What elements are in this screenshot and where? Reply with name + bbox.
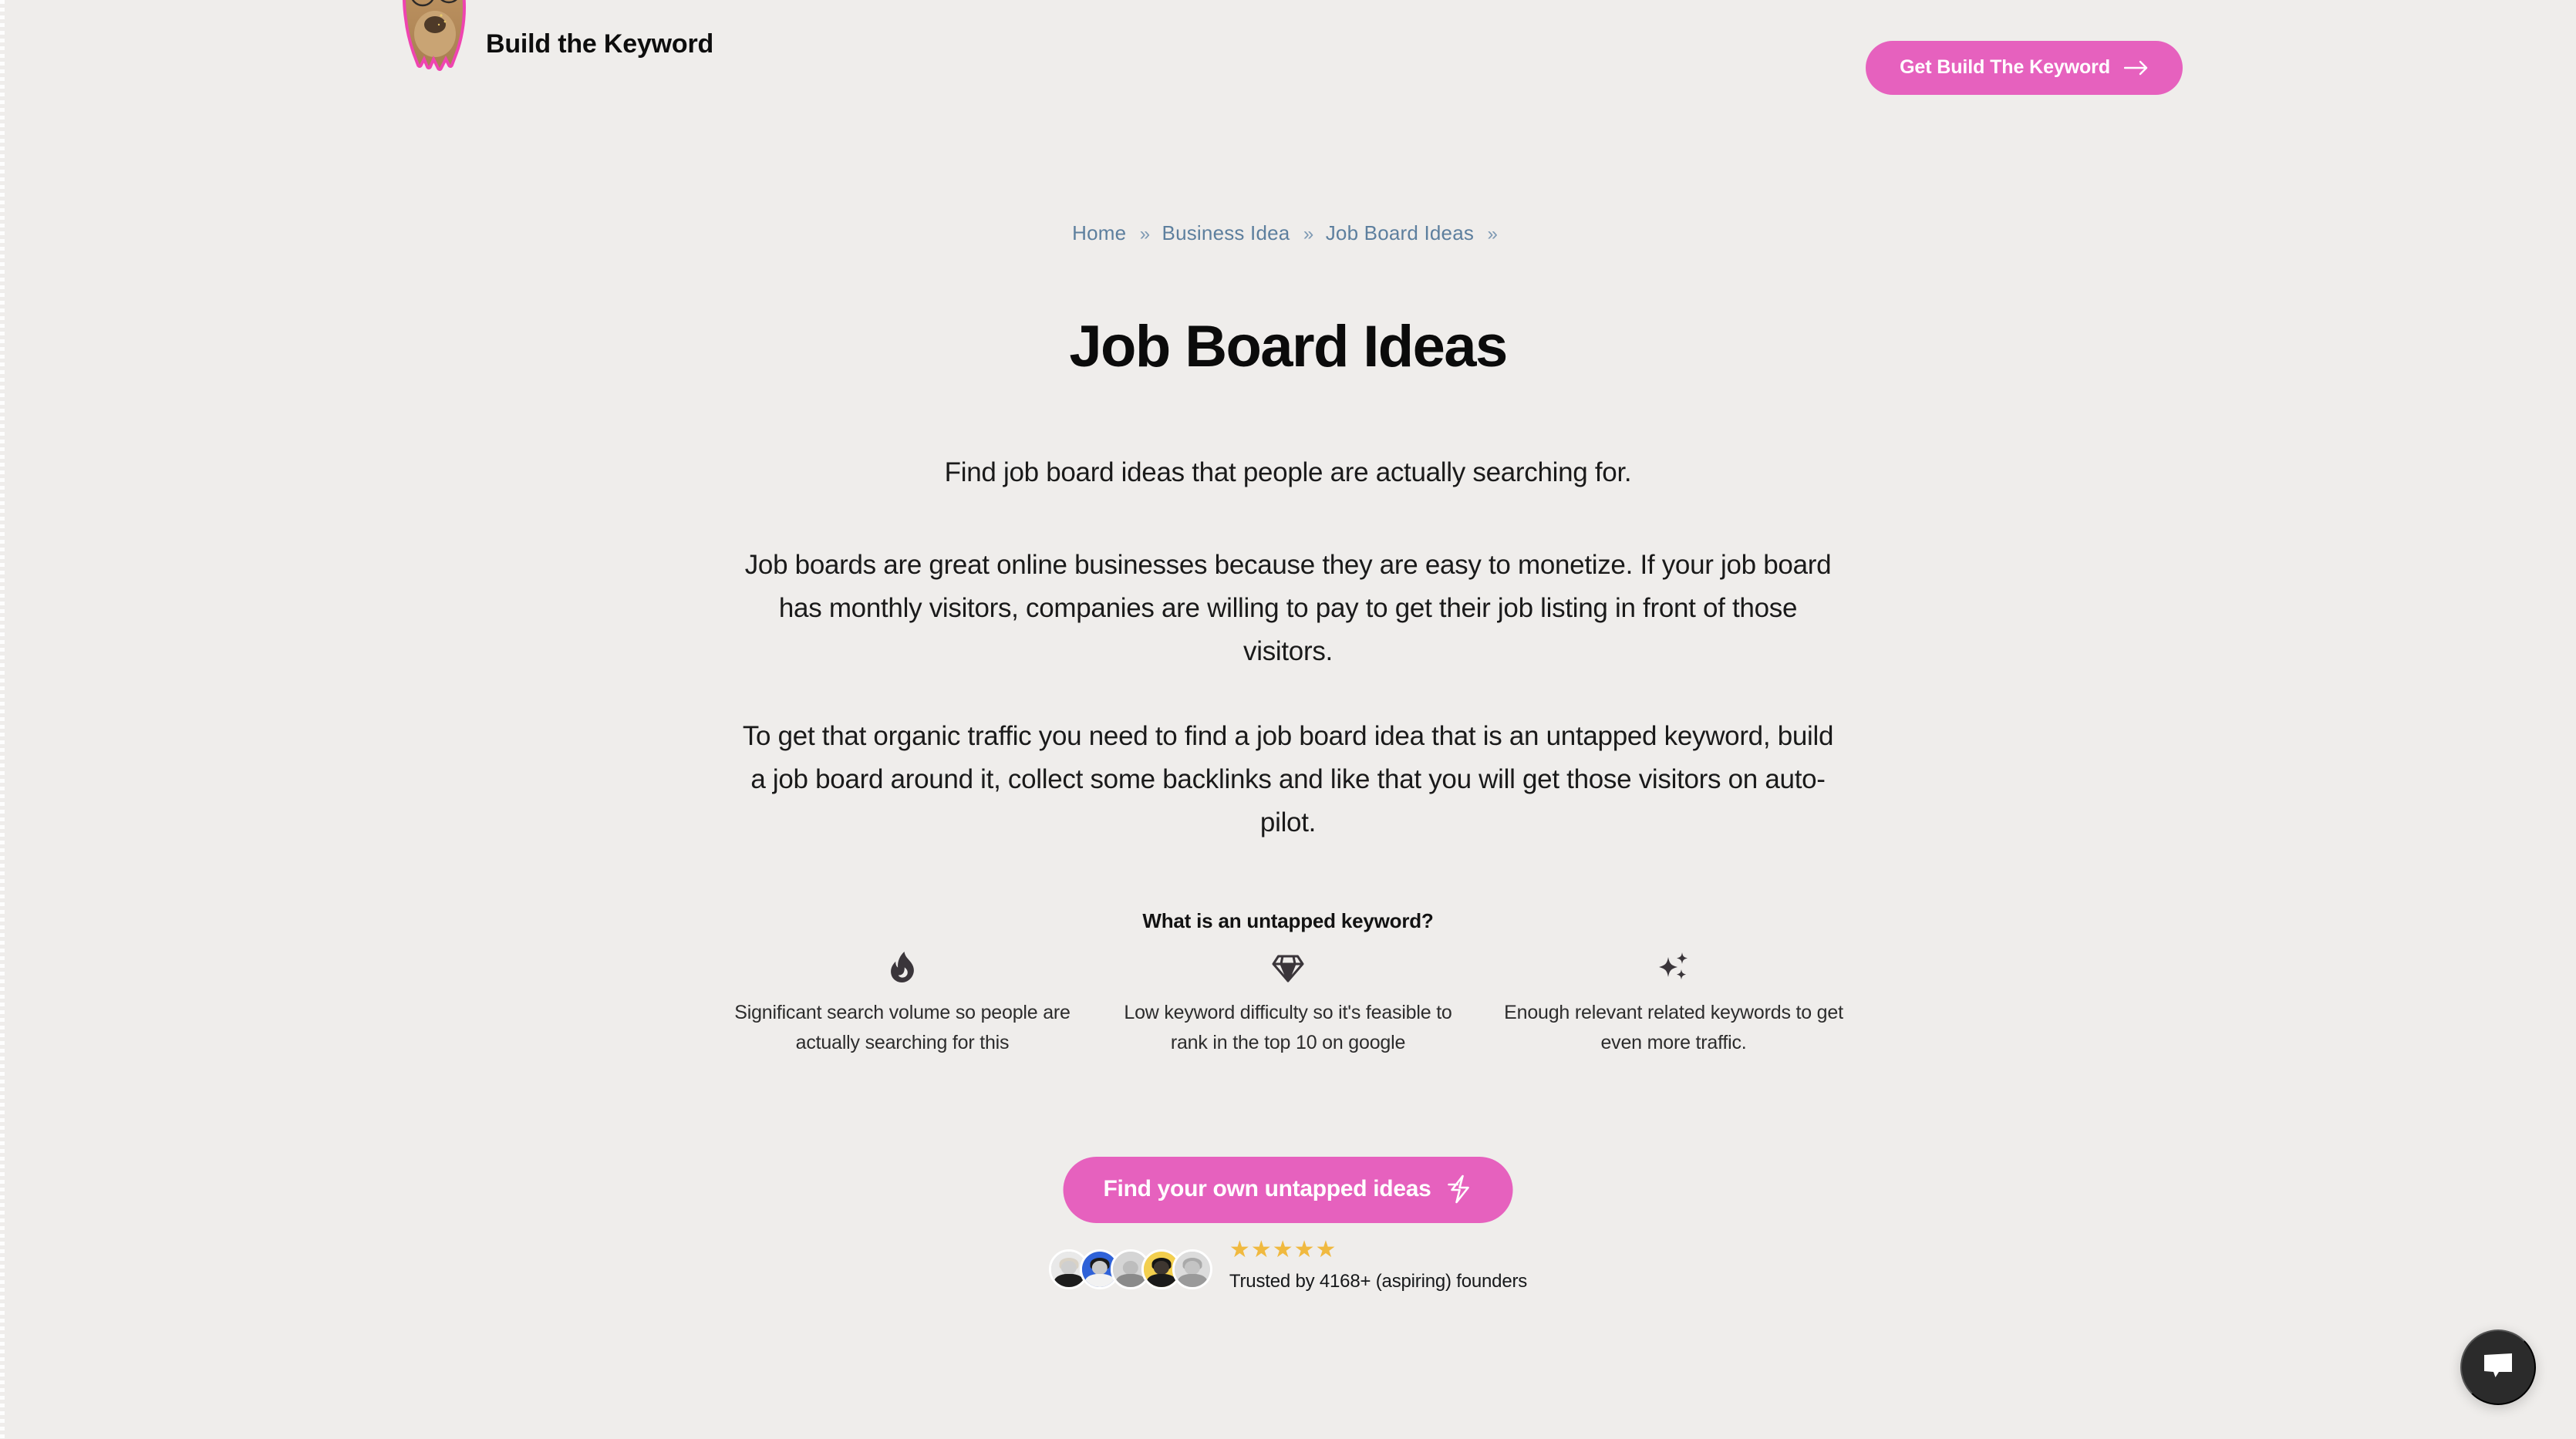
- breadcrumb-item-business-idea[interactable]: Business Idea: [1162, 221, 1290, 244]
- arrow-right-icon: [2124, 60, 2149, 76]
- flame-icon: [733, 947, 1072, 987]
- feature-item-keyword-difficulty: Low keyword difficulty so it's feasible …: [1118, 947, 1458, 1058]
- avatar: [1172, 1249, 1212, 1289]
- avatar-group: [1048, 1237, 1212, 1289]
- feature-text: Enough relevant related keywords to get …: [1504, 1002, 1843, 1053]
- breadcrumb-item-job-board-ideas[interactable]: Job Board Ideas: [1326, 221, 1474, 244]
- body-paragraph-1: Job boards are great online businesses b…: [744, 550, 1832, 666]
- social-proof: ★★★★★ Trusted by 4168+ (aspiring) founde…: [1048, 1237, 1527, 1292]
- main-cta-label: Find your own untapped ideas: [1103, 1176, 1431, 1201]
- breadcrumb-separator-icon: »: [1139, 224, 1150, 244]
- site-header: Build the Keyword Get Build The Keyword: [0, 0, 2576, 116]
- lightning-bolt-icon: [1446, 1174, 1472, 1204]
- features-heading: What is an untapped keyword?: [1142, 909, 1434, 932]
- page-left-edge: [0, 0, 5, 1439]
- brand-name: Build the Keyword: [486, 29, 714, 59]
- dog-logo-icon: [401, 0, 469, 79]
- chat-widget-button[interactable]: [2460, 1329, 2536, 1405]
- body-paragraph-2: To get that organic traffic you need to …: [742, 721, 1834, 837]
- header-cta-label: Get Build The Keyword: [1900, 56, 2110, 78]
- social-proof-text-group: ★★★★★ Trusted by 4168+ (aspiring) founde…: [1229, 1237, 1527, 1292]
- sparkles-icon: [1504, 947, 1843, 987]
- breadcrumb-separator-icon: »: [1487, 224, 1498, 244]
- diamond-icon: [1118, 947, 1458, 987]
- feature-item-related-keywords: Enough relevant related keywords to get …: [1504, 947, 1843, 1058]
- feature-item-search-volume: Significant search volume so people are …: [733, 947, 1072, 1058]
- star-rating: ★★★★★: [1229, 1237, 1337, 1262]
- brand-logo-link[interactable]: Build the Keyword: [401, 0, 713, 79]
- find-untapped-ideas-button[interactable]: Find your own untapped ideas: [1063, 1157, 1513, 1223]
- page-title: Job Board Ideas: [1069, 314, 1508, 379]
- chat-bubble-icon: [2482, 1352, 2514, 1383]
- breadcrumb-separator-icon: »: [1303, 224, 1313, 244]
- page-lede: Find job board ideas that people are act…: [944, 457, 1632, 487]
- feature-text: Significant search volume so people are …: [734, 1002, 1071, 1053]
- breadcrumb-item-home[interactable]: Home: [1072, 221, 1126, 244]
- features-list: Significant search volume so people are …: [733, 947, 1843, 1058]
- trusted-by-text: Trusted by 4168+ (aspiring) founders: [1229, 1271, 1528, 1292]
- feature-text: Low keyword difficulty so it's feasible …: [1124, 1002, 1452, 1053]
- breadcrumb: Home » Business Idea » Job Board Ideas »: [0, 221, 2576, 245]
- get-build-the-keyword-button[interactable]: Get Build The Keyword: [1866, 41, 2183, 95]
